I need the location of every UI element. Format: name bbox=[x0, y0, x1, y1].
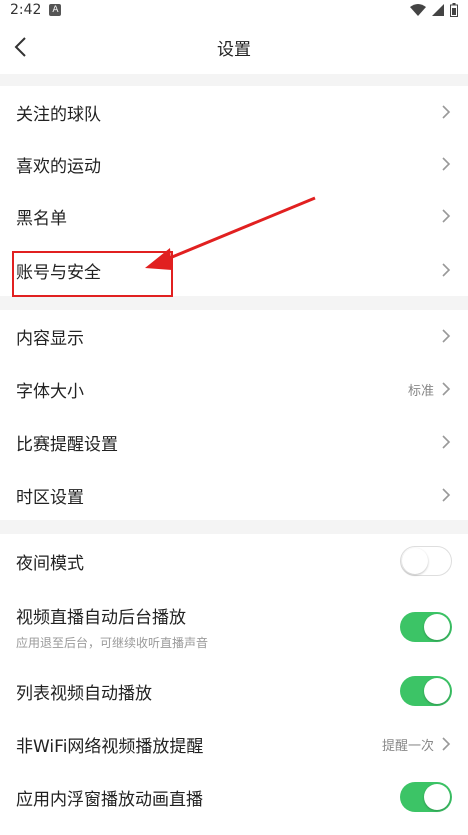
settings-item-blacklist[interactable]: 黑名单 bbox=[0, 190, 468, 242]
settings-item-value: 提醒一次 bbox=[381, 738, 434, 754]
status-bar: 2:42 A bbox=[0, 0, 468, 20]
toggle-knob bbox=[424, 678, 450, 704]
settings-item-label: 黑名单 bbox=[16, 208, 67, 229]
settings-item-label: 内容显示 bbox=[16, 328, 84, 349]
list-autoplay-toggle[interactable] bbox=[400, 676, 452, 706]
settings-item-label: 关注的球队 bbox=[16, 104, 101, 125]
settings-item-font-size[interactable]: 字体大小 标准 bbox=[0, 363, 468, 415]
night-mode-toggle[interactable] bbox=[400, 546, 452, 576]
chevron-right-icon bbox=[442, 209, 451, 223]
chevron-right-icon bbox=[442, 435, 451, 449]
notification-icon: A bbox=[49, 4, 62, 16]
chevron-right-icon bbox=[442, 488, 451, 502]
settings-item-label: 视频直播自动后台播放 bbox=[16, 608, 186, 628]
chevron-right-icon bbox=[442, 157, 451, 171]
settings-item-favorite-sports[interactable]: 喜欢的运动 bbox=[0, 138, 468, 190]
toggle-knob bbox=[424, 614, 450, 640]
wifi-icon bbox=[410, 4, 426, 16]
settings-item-label: 时区设置 bbox=[16, 487, 84, 508]
settings-item-label: 比赛提醒设置 bbox=[16, 434, 118, 455]
page-title: 设置 bbox=[217, 39, 251, 60]
section-divider bbox=[0, 74, 468, 86]
settings-item-label: 夜间模式 bbox=[16, 553, 84, 574]
status-time: 2:42 bbox=[10, 2, 42, 18]
settings-item-list-autoplay: 列表视频自动播放 bbox=[0, 665, 468, 717]
settings-item-content-display[interactable]: 内容显示 bbox=[0, 310, 468, 362]
settings-item-label: 字体大小 bbox=[16, 381, 84, 402]
settings-item-label: 非WiFi网络视频播放提醒 bbox=[16, 736, 204, 757]
background-play-toggle[interactable] bbox=[400, 612, 452, 642]
top-bar: 设置 bbox=[0, 20, 468, 74]
settings-item-match-reminder[interactable]: 比赛提醒设置 bbox=[0, 416, 468, 468]
battery-icon bbox=[450, 3, 458, 17]
toggle-knob bbox=[424, 784, 450, 810]
settings-item-value: 标准 bbox=[407, 383, 434, 399]
settings-item-non-wifi-reminder[interactable]: 非WiFi网络视频播放提醒 提醒一次 bbox=[0, 718, 468, 770]
settings-item-timezone[interactable]: 时区设置 bbox=[0, 469, 468, 521]
toggle-knob bbox=[402, 548, 428, 574]
section-divider bbox=[0, 520, 468, 534]
settings-item-label: 应用内浮窗播放动画直播 bbox=[16, 789, 203, 810]
chevron-right-icon bbox=[442, 382, 451, 396]
chevron-right-icon bbox=[442, 263, 451, 277]
settings-item-label: 喜欢的运动 bbox=[16, 156, 101, 177]
section-divider bbox=[0, 296, 468, 310]
annotation-highlight-box bbox=[12, 251, 173, 297]
settings-item-description: 应用退至后台，可继续收听直播声音 bbox=[16, 636, 209, 650]
signal-icon bbox=[432, 4, 444, 16]
settings-item-followed-teams[interactable]: 关注的球队 bbox=[0, 86, 468, 138]
chevron-right-icon bbox=[442, 737, 451, 751]
chevron-right-icon bbox=[442, 105, 451, 119]
settings-item-floating-window: 应用内浮窗播放动画直播 bbox=[0, 771, 468, 823]
chevron-right-icon bbox=[442, 329, 451, 343]
settings-item-label: 列表视频自动播放 bbox=[16, 683, 152, 704]
back-arrow-icon[interactable] bbox=[10, 34, 34, 60]
floating-window-toggle[interactable] bbox=[400, 782, 452, 812]
settings-item-night-mode: 夜间模式 bbox=[0, 535, 468, 587]
settings-item-background-play: 视频直播自动后台播放 应用退至后台，可继续收听直播声音 bbox=[0, 596, 468, 658]
